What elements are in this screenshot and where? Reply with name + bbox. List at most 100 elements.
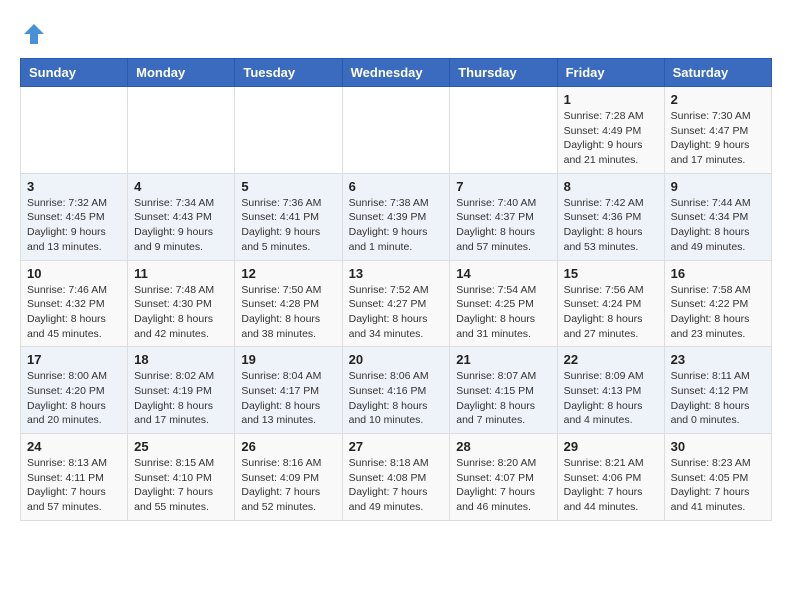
day-info: Sunrise: 8:21 AMSunset: 4:06 PMDaylight:… [564,456,658,515]
day-info: Sunrise: 8:13 AMSunset: 4:11 PMDaylight:… [27,456,121,515]
weekday-header-monday: Monday [128,59,235,87]
calendar-cell: 25Sunrise: 8:15 AMSunset: 4:10 PMDayligh… [128,434,235,521]
calendar-cell: 27Sunrise: 8:18 AMSunset: 4:08 PMDayligh… [342,434,450,521]
day-info: Sunrise: 8:06 AMSunset: 4:16 PMDaylight:… [349,369,444,428]
day-number: 30 [671,439,765,454]
day-info: Sunrise: 7:42 AMSunset: 4:36 PMDaylight:… [564,196,658,255]
calendar-cell [128,87,235,174]
calendar-cell: 17 Sunrise: 8:00 AMSunset: 4:20 PMDayligh… [21,347,128,434]
calendar-cell: 21Sunrise: 8:07 AMSunset: 4:15 PMDayligh… [450,347,557,434]
day-number: 21 [456,352,550,367]
day-number: 7 [456,179,550,194]
day-number: 27 [349,439,444,454]
logo-icon [20,20,48,48]
day-info: Sunrise: 7:36 AMSunset: 4:41 PMDaylight:… [241,196,335,255]
day-number: 19 [241,352,335,367]
calendar-cell: 12 Sunrise: 7:50 AMSunset: 4:28 PMDayligh… [235,260,342,347]
calendar-cell: 2 Sunrise: 7:30 AMSunset: 4:47 PMDaylight… [664,87,771,174]
calendar-cell: 18 Sunrise: 8:02 AMSunset: 4:19 PMDayligh… [128,347,235,434]
day-number: 22 [564,352,658,367]
weekday-header-wednesday: Wednesday [342,59,450,87]
day-number: 8 [564,179,658,194]
calendar-table: SundayMondayTuesdayWednesdayThursdayFrid… [20,58,772,521]
weekday-header-tuesday: Tuesday [235,59,342,87]
calendar-cell: 9Sunrise: 7:44 AMSunset: 4:34 PMDaylight… [664,173,771,260]
day-info: Sunrise: 7:54 AMSunset: 4:25 PMDaylight:… [456,283,550,342]
calendar-cell [235,87,342,174]
day-info: Sunrise: 7:30 AMSunset: 4:47 PMDaylight:… [671,109,765,168]
day-info: Sunrise: 8:11 AMSunset: 4:12 PMDaylight:… [671,369,765,428]
day-number: 16 [671,266,765,281]
header [20,20,772,48]
calendar-cell: 26 Sunrise: 8:16 AMSunset: 4:09 PMDayligh… [235,434,342,521]
day-number: 9 [671,179,765,194]
day-info: Sunrise: 8:20 AMSunset: 4:07 PMDaylight:… [456,456,550,515]
day-number: 1 [564,92,658,107]
calendar-cell: 10 Sunrise: 7:46 AMSunset: 4:32 PMDayligh… [21,260,128,347]
day-number: 3 [27,179,121,194]
logo [20,20,52,48]
day-number: 17 [27,352,121,367]
day-info: Sunrise: 8:00 AMSunset: 4:20 PMDaylight:… [27,369,121,428]
calendar-cell: 28 Sunrise: 8:20 AMSunset: 4:07 PMDayligh… [450,434,557,521]
day-info: Sunrise: 7:52 AMSunset: 4:27 PMDaylight:… [349,283,444,342]
calendar-cell: 4Sunrise: 7:34 AMSunset: 4:43 PMDaylight… [128,173,235,260]
day-info: Sunrise: 7:34 AMSunset: 4:43 PMDaylight:… [134,196,228,255]
calendar-cell: 1 Sunrise: 7:28 AMSunset: 4:49 PMDaylight… [557,87,664,174]
day-info: Sunrise: 7:50 AMSunset: 4:28 PMDaylight:… [241,283,335,342]
calendar-cell: 15 Sunrise: 7:56 AMSunset: 4:24 PMDayligh… [557,260,664,347]
day-number: 11 [134,266,228,281]
weekday-header-friday: Friday [557,59,664,87]
calendar-cell: 16 Sunrise: 7:58 AMSunset: 4:22 PMDayligh… [664,260,771,347]
calendar-cell: 20 Sunrise: 8:06 AMSunset: 4:16 PMDayligh… [342,347,450,434]
day-info: Sunrise: 8:16 AMSunset: 4:09 PMDaylight:… [241,456,335,515]
day-info: Sunrise: 7:56 AMSunset: 4:24 PMDaylight:… [564,283,658,342]
day-info: Sunrise: 8:23 AMSunset: 4:05 PMDaylight:… [671,456,765,515]
day-number: 14 [456,266,550,281]
day-number: 12 [241,266,335,281]
day-number: 6 [349,179,444,194]
day-info: Sunrise: 7:46 AMSunset: 4:32 PMDaylight:… [27,283,121,342]
calendar-cell: 19Sunrise: 8:04 AMSunset: 4:17 PMDayligh… [235,347,342,434]
week-row-2: 3Sunrise: 7:32 AMSunset: 4:45 PMDaylight… [21,173,772,260]
day-number: 5 [241,179,335,194]
weekday-header-row: SundayMondayTuesdayWednesdayThursdayFrid… [21,59,772,87]
day-number: 29 [564,439,658,454]
calendar-cell: 22 Sunrise: 8:09 AMSunset: 4:13 PMDayligh… [557,347,664,434]
week-row-4: 17 Sunrise: 8:00 AMSunset: 4:20 PMDayligh… [21,347,772,434]
calendar-cell: 14 Sunrise: 7:54 AMSunset: 4:25 PMDayligh… [450,260,557,347]
calendar-cell: 11 Sunrise: 7:48 AMSunset: 4:30 PMDayligh… [128,260,235,347]
calendar-cell: 30 Sunrise: 8:23 AMSunset: 4:05 PMDayligh… [664,434,771,521]
day-info: Sunrise: 8:15 AMSunset: 4:10 PMDaylight:… [134,456,228,515]
day-number: 20 [349,352,444,367]
day-number: 2 [671,92,765,107]
day-number: 18 [134,352,228,367]
day-info: Sunrise: 7:28 AMSunset: 4:49 PMDaylight:… [564,109,658,168]
calendar-cell [342,87,450,174]
day-number: 23 [671,352,765,367]
day-info: Sunrise: 7:48 AMSunset: 4:30 PMDaylight:… [134,283,228,342]
calendar-cell [450,87,557,174]
week-row-5: 24Sunrise: 8:13 AMSunset: 4:11 PMDayligh… [21,434,772,521]
calendar-cell: 8 Sunrise: 7:42 AMSunset: 4:36 PMDaylight… [557,173,664,260]
week-row-3: 10 Sunrise: 7:46 AMSunset: 4:32 PMDayligh… [21,260,772,347]
calendar-cell: 24Sunrise: 8:13 AMSunset: 4:11 PMDayligh… [21,434,128,521]
weekday-header-saturday: Saturday [664,59,771,87]
week-row-1: 1 Sunrise: 7:28 AMSunset: 4:49 PMDaylight… [21,87,772,174]
day-number: 15 [564,266,658,281]
day-number: 13 [349,266,444,281]
day-number: 28 [456,439,550,454]
day-number: 26 [241,439,335,454]
calendar-cell: 3Sunrise: 7:32 AMSunset: 4:45 PMDaylight… [21,173,128,260]
calendar-cell: 29 Sunrise: 8:21 AMSunset: 4:06 PMDayligh… [557,434,664,521]
day-number: 10 [27,266,121,281]
calendar-cell: 23 Sunrise: 8:11 AMSunset: 4:12 PMDayligh… [664,347,771,434]
calendar-cell: 5 Sunrise: 7:36 AMSunset: 4:41 PMDaylight… [235,173,342,260]
calendar-cell: 6Sunrise: 7:38 AMSunset: 4:39 PMDaylight… [342,173,450,260]
day-info: Sunrise: 7:58 AMSunset: 4:22 PMDaylight:… [671,283,765,342]
day-info: Sunrise: 8:02 AMSunset: 4:19 PMDaylight:… [134,369,228,428]
calendar-cell: 13 Sunrise: 7:52 AMSunset: 4:27 PMDayligh… [342,260,450,347]
day-info: Sunrise: 8:09 AMSunset: 4:13 PMDaylight:… [564,369,658,428]
calendar-cell [21,87,128,174]
calendar-cell: 7Sunrise: 7:40 AMSunset: 4:37 PMDaylight… [450,173,557,260]
